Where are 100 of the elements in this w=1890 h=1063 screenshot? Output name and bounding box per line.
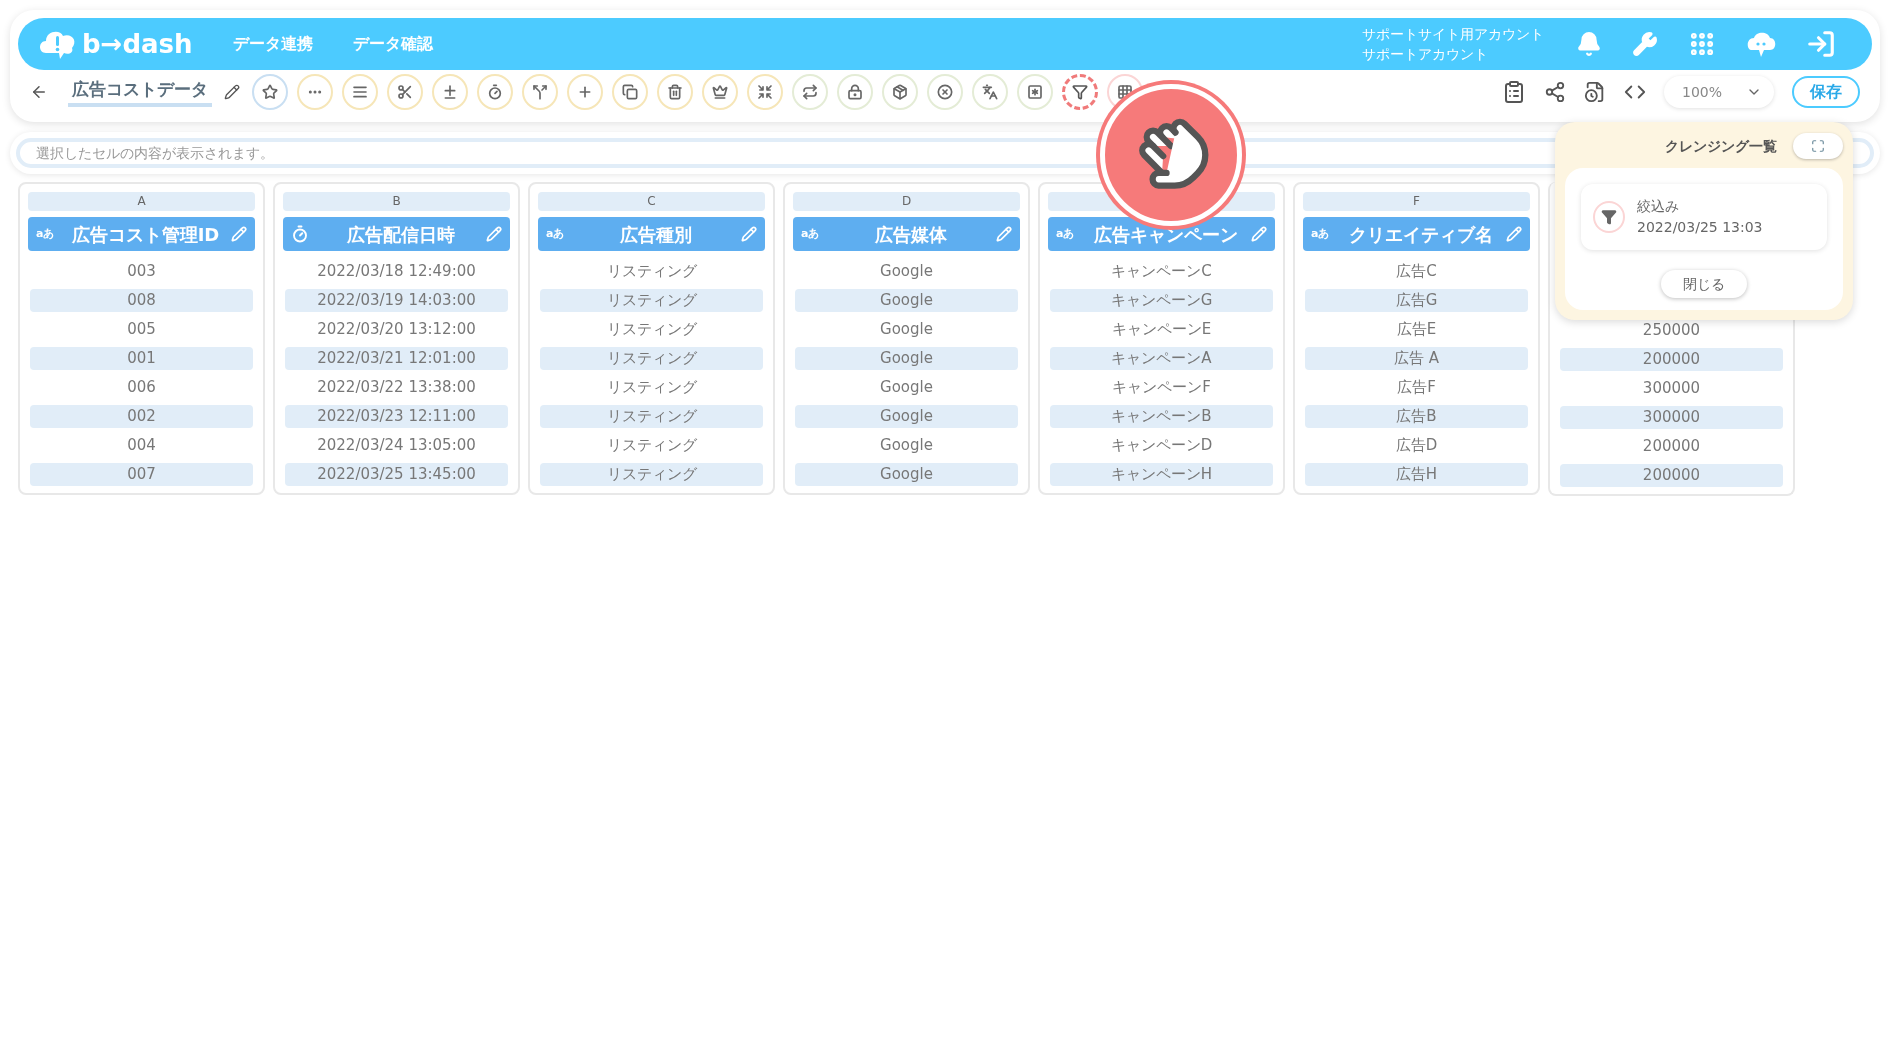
- table-cell-text: 005: [126, 319, 157, 340]
- table-cell: 300000: [1560, 406, 1783, 429]
- table-cell-text: キャンペーンE: [1110, 319, 1213, 340]
- table-cell-text: 004: [126, 435, 157, 456]
- table-cell-text: リスティング: [605, 377, 698, 398]
- share-icon[interactable]: [1544, 81, 1566, 103]
- filter-icon: [1593, 201, 1625, 233]
- table-cell-text: リスティング: [605, 435, 698, 456]
- column-header[interactable]: aあ 広告媒体: [793, 217, 1020, 251]
- table-cell: リスティング: [540, 405, 763, 428]
- table-cell-text: Google: [879, 261, 934, 282]
- table-cell-text: Google: [879, 319, 934, 340]
- table-cell: 002: [30, 405, 253, 428]
- table-cell-text: 広告D: [1394, 435, 1439, 456]
- column-header[interactable]: aあ 広告キャンペーン: [1048, 217, 1275, 251]
- filter-icon: [1072, 84, 1088, 100]
- table-cell: 200000: [1560, 348, 1783, 371]
- split-icon: [532, 84, 548, 100]
- lock-icon: [847, 84, 863, 100]
- expand-icon: [1811, 139, 1825, 153]
- table-cell-text: 006: [126, 377, 157, 398]
- plus-icon: [577, 84, 593, 100]
- sheet-title[interactable]: 広告コストデータ: [68, 77, 212, 107]
- table-cell: Google: [795, 405, 1018, 428]
- column-header[interactable]: 広告配信日時: [283, 217, 510, 251]
- box-icon: [892, 84, 908, 100]
- crown-icon: [712, 84, 728, 100]
- math-icon: [442, 84, 458, 100]
- edit-icon[interactable]: [224, 84, 240, 100]
- table-cell-text: キャンペーンC: [1110, 261, 1213, 282]
- translate-icon: [982, 84, 998, 100]
- column-title: 広告媒体: [873, 222, 948, 247]
- table-cell-text: 300000: [1641, 378, 1702, 399]
- table-cell: 広告B: [1305, 405, 1528, 428]
- column-title: 広告キャンペーン: [1092, 222, 1239, 247]
- logo-text: b→dash: [82, 27, 193, 61]
- table-cell-text: Google: [879, 377, 934, 398]
- type-label: aあ: [36, 225, 55, 242]
- clipboard-icon[interactable]: [1502, 80, 1526, 104]
- type-label: aあ: [546, 225, 565, 242]
- column-title: 広告コスト管理ID: [70, 222, 221, 247]
- table-cell: キャンペーンG: [1050, 289, 1273, 312]
- shrink-icon: [757, 84, 773, 100]
- repeat-icon: [802, 84, 818, 100]
- scissors-icon: [397, 84, 413, 100]
- table-cell: 広告H: [1305, 463, 1528, 486]
- square-icon: [1027, 84, 1043, 100]
- tool-button[interactable]: [1062, 74, 1098, 110]
- close-button[interactable]: 閉じる: [1661, 270, 1747, 298]
- table-cell: 2022/03/19 14:03:00: [285, 289, 508, 312]
- copy-icon: [622, 84, 638, 100]
- table-cell-text: キャンペーンF: [1111, 377, 1212, 398]
- column-header[interactable]: aあ クリエイティブ名: [1303, 217, 1530, 251]
- table-cell-text: 200000: [1641, 436, 1702, 457]
- timer-icon: [291, 225, 309, 243]
- table-cell-text: リスティング: [605, 319, 698, 340]
- table-cell-text: リスティング: [605, 261, 698, 282]
- table-cell: Google: [795, 463, 1018, 486]
- type-label: aあ: [1056, 225, 1075, 242]
- nav-link[interactable]: データ確認: [352, 32, 433, 56]
- account-name: サポートアカウント: [1362, 45, 1489, 64]
- table-cell: リスティング: [540, 347, 763, 370]
- table-cell-text: 250000: [1641, 320, 1702, 341]
- type-label: aあ: [1311, 225, 1330, 242]
- table-cell: リスティング: [540, 289, 763, 312]
- table-cell: キャンペーンH: [1050, 463, 1273, 486]
- panel-title: クレンジング一覧: [1665, 136, 1777, 156]
- cleansing-item[interactable]: 絞込み 2022/03/25 13:03: [1581, 184, 1827, 250]
- table-cell-text: 2022/03/20 13:12:00: [316, 319, 477, 340]
- table-cell: 008: [30, 289, 253, 312]
- table-cell: Google: [795, 347, 1018, 370]
- file-history-icon[interactable]: [1584, 81, 1606, 103]
- cleansing-time: 2022/03/25 13:03: [1637, 218, 1763, 237]
- column-title: クリエイティブ名: [1347, 222, 1494, 247]
- column-header[interactable]: aあ 広告種別: [538, 217, 765, 251]
- account-name: サポートサイト用アカウント: [1362, 25, 1544, 44]
- table-cell: キャンペーンA: [1050, 347, 1273, 370]
- table-cell: 広告G: [1305, 289, 1528, 312]
- table-cell-text: 広告E: [1395, 319, 1438, 340]
- nav-link[interactable]: データ連携: [232, 32, 313, 56]
- circle-x-icon: [937, 84, 953, 100]
- save-button[interactable]: 保存: [1792, 76, 1860, 108]
- column-title: 広告配信日時: [345, 222, 456, 247]
- column-letter: B: [283, 192, 510, 211]
- table-cell-text: 広告F: [1396, 377, 1437, 398]
- back-icon[interactable]: [30, 83, 48, 101]
- column-letter: A: [28, 192, 255, 211]
- cleansing-name: 絞込み: [1637, 197, 1680, 216]
- table-cell-text: 003: [126, 261, 157, 282]
- zoom-select[interactable]: 100%: [1664, 76, 1774, 108]
- table-cell: Google: [795, 289, 1018, 312]
- column-letter: C: [538, 192, 765, 211]
- table-cell: 200000: [1560, 464, 1783, 487]
- column-header[interactable]: aあ 広告コスト管理ID: [28, 217, 255, 251]
- timer-icon: [487, 84, 503, 100]
- table-cell-text: 2022/03/24 13:05:00: [316, 435, 477, 456]
- star-icon: [262, 84, 278, 100]
- lines-icon: [352, 84, 368, 100]
- type-label: aあ: [801, 225, 820, 242]
- table-cell-text: 2022/03/22 13:38:00: [316, 377, 477, 398]
